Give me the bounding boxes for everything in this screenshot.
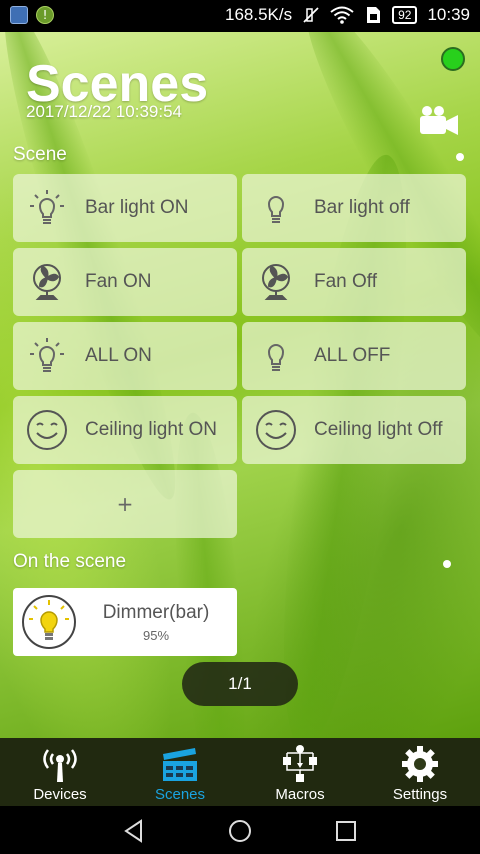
tab-label: Devices	[33, 786, 87, 803]
scene-label: ALL OFF	[314, 345, 391, 366]
antenna-icon	[43, 749, 77, 782]
on-scene-section-dot	[443, 560, 451, 568]
back-icon[interactable]	[121, 818, 147, 844]
scene-section-label: Scene	[13, 144, 67, 165]
scene-tile-fan-off[interactable]: Fan Off	[242, 248, 466, 316]
tab-scenes[interactable]: Scenes	[120, 738, 240, 806]
scene-label: ALL ON	[85, 345, 152, 366]
sim-icon	[367, 7, 381, 23]
scene-tile-fan-on[interactable]: Fan ON	[13, 248, 237, 316]
clock: 10:39	[427, 5, 470, 24]
system-nav-bar	[0, 806, 480, 854]
timestamp: 2017/12/22 10:39:54	[26, 102, 182, 121]
battery-indicator: 92	[392, 6, 418, 24]
lightbulb-off-icon	[254, 186, 298, 230]
notification-icons: !	[10, 6, 54, 24]
tab-label: Macros	[275, 786, 325, 803]
device-card-dimmer-bar[interactable]: Dimmer(bar) 95%	[13, 588, 237, 656]
add-scene-button[interactable]: +	[13, 470, 237, 538]
recents-icon[interactable]	[333, 818, 359, 844]
tab-devices[interactable]: Devices	[0, 738, 120, 806]
device-info: Dimmer(bar) 95%	[87, 602, 225, 643]
lightbulb-lit-icon	[22, 595, 76, 649]
tab-label: Scenes	[154, 786, 206, 803]
scene-label: Bar light ON	[85, 197, 189, 218]
lightbulb-on-icon	[25, 186, 69, 230]
scene-tile-bar-light-off[interactable]: Bar light off	[242, 174, 466, 242]
scene-tile-bar-light-on[interactable]: Bar light ON	[13, 174, 237, 242]
gear-icon	[402, 746, 438, 782]
home-icon[interactable]	[227, 818, 253, 844]
smiley-icon	[25, 408, 69, 452]
tab-settings[interactable]: Settings	[360, 738, 480, 806]
bottom-tab-bar: Devices Scenes Macros Settings	[0, 738, 480, 806]
clapperboard-icon	[163, 748, 197, 781]
video-camera-icon[interactable]	[418, 104, 460, 138]
scene-label: Fan ON	[85, 271, 152, 292]
mute-icon	[303, 7, 319, 23]
tab-label: Settings	[392, 786, 448, 803]
status-bar: ! 168.5K/s 92 10:39	[0, 0, 480, 32]
connection-status-indicator	[441, 47, 465, 71]
wifi-icon	[330, 6, 354, 24]
scene-label: Bar light off	[314, 197, 410, 218]
scene-label: Ceiling light ON	[85, 419, 217, 440]
network-speed: 168.5K/s	[224, 5, 293, 24]
scene-tile-ceiling-light-off[interactable]: Ceiling light Off	[242, 396, 466, 464]
device-value: 95%	[142, 627, 170, 643]
smiley-icon	[254, 408, 298, 452]
fan-icon	[254, 260, 298, 304]
fan-icon	[25, 260, 69, 304]
scene-label: Fan Off	[314, 271, 378, 292]
scene-tile-ceiling-light-on[interactable]: Ceiling light ON	[13, 396, 237, 464]
add-label: +	[116, 492, 134, 516]
system-status: 168.5K/s 92 10:39	[225, 5, 470, 25]
lightbulb-on-icon	[25, 334, 69, 378]
scene-label: Ceiling light Off	[314, 419, 443, 440]
page-indicator: 1/1	[182, 662, 298, 706]
info-notification-icon: !	[36, 6, 54, 24]
device-name: Dimmer(bar)	[102, 601, 210, 623]
lightbulb-off-icon	[254, 334, 298, 378]
scene-tile-all-on[interactable]: ALL ON	[13, 322, 237, 390]
scene-tile-all-off[interactable]: ALL OFF	[242, 322, 466, 390]
gallery-notification-icon	[10, 6, 28, 24]
tab-macros[interactable]: Macros	[240, 738, 360, 806]
scene-section-dot	[456, 153, 464, 161]
on-scene-section-label: On the scene	[13, 551, 127, 572]
main-content: Scenes 2017/12/22 10:39:54 Scene Bar lig…	[0, 32, 480, 738]
macro-flow-icon	[283, 745, 317, 782]
